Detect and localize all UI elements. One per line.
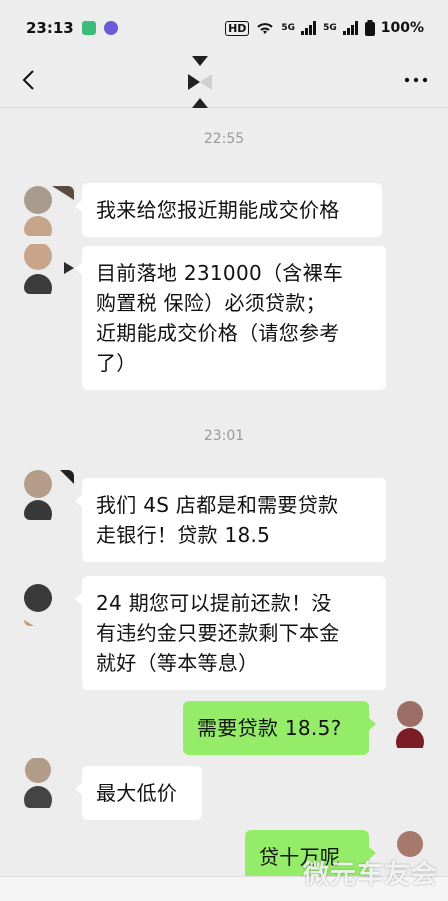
more-horizontal-icon[interactable] bbox=[402, 68, 430, 92]
message-line: 近期能成交价格（请您参考 bbox=[96, 321, 340, 345]
chat-header bbox=[0, 56, 448, 108]
message-text: 最大低价 bbox=[96, 781, 178, 805]
status-time: 23:13 bbox=[26, 19, 74, 37]
battery-icon bbox=[364, 20, 375, 36]
battery-level: 100% bbox=[380, 20, 424, 36]
message-line: 走银行！贷款 18.5 bbox=[96, 523, 271, 547]
message-timestamp: 22:55 bbox=[203, 131, 245, 147]
avatar[interactable] bbox=[24, 186, 74, 236]
watermark: 微元车友会 bbox=[302, 860, 438, 890]
avatar-self[interactable] bbox=[384, 698, 434, 748]
message-bubble[interactable]: 我们 4S 店都是和需要贷款 走银行！贷款 18.5 bbox=[75, 478, 386, 562]
chevron-left-icon[interactable] bbox=[18, 68, 42, 92]
wifi-icon bbox=[257, 23, 274, 34]
message-bubble[interactable]: 24 期您可以提前还款！没 有违约金只要还款剩下本金 就好（等本等息） bbox=[75, 576, 386, 690]
avatar[interactable] bbox=[24, 244, 74, 294]
app-notification-icon bbox=[81, 21, 96, 35]
message-text: 需要贷款 18.5? bbox=[197, 716, 342, 740]
message-bubble[interactable]: 最大低价 bbox=[75, 766, 202, 820]
signal-icon-2 bbox=[342, 21, 358, 35]
message-bubble[interactable]: 我来给您报近期能成交价格 bbox=[75, 183, 382, 237]
status-bar: 23:13 HD 5G 5G 100% bbox=[0, 0, 448, 56]
message-line: 了） bbox=[96, 351, 137, 375]
message-line: 有违约金只要还款剩下本金 bbox=[96, 621, 340, 645]
message-bubble-self[interactable]: 需要贷款 18.5? bbox=[183, 701, 376, 755]
hd-badge: HD bbox=[225, 20, 250, 36]
message-line: 我们 4S 店都是和需要贷款 bbox=[96, 493, 339, 517]
message-line: 购置税 保险）必须贷款； bbox=[96, 291, 326, 315]
avatar[interactable] bbox=[24, 758, 74, 808]
avatar[interactable] bbox=[24, 470, 74, 520]
network-label-1: 5G bbox=[281, 23, 296, 33]
app-notification-icon-2 bbox=[103, 21, 118, 35]
message-timestamp: 23:01 bbox=[203, 428, 245, 444]
avatar[interactable] bbox=[24, 576, 74, 626]
message-line: 目前落地 231000（含裸车 bbox=[96, 261, 344, 285]
message-bubble[interactable]: 目前落地 231000（含裸车 购置税 保险）必须贷款； 近期能成交价格（请您参… bbox=[75, 246, 386, 390]
message-line: 就好（等本等息） bbox=[96, 651, 259, 675]
message-text: 我来给您报近期能成交价格 bbox=[96, 198, 340, 222]
message-line: 24 期您可以提前还款！没 bbox=[96, 591, 332, 615]
chat-title-pixelated bbox=[178, 56, 222, 108]
signal-icon bbox=[301, 21, 317, 35]
network-label-2: 5G bbox=[323, 23, 337, 33]
